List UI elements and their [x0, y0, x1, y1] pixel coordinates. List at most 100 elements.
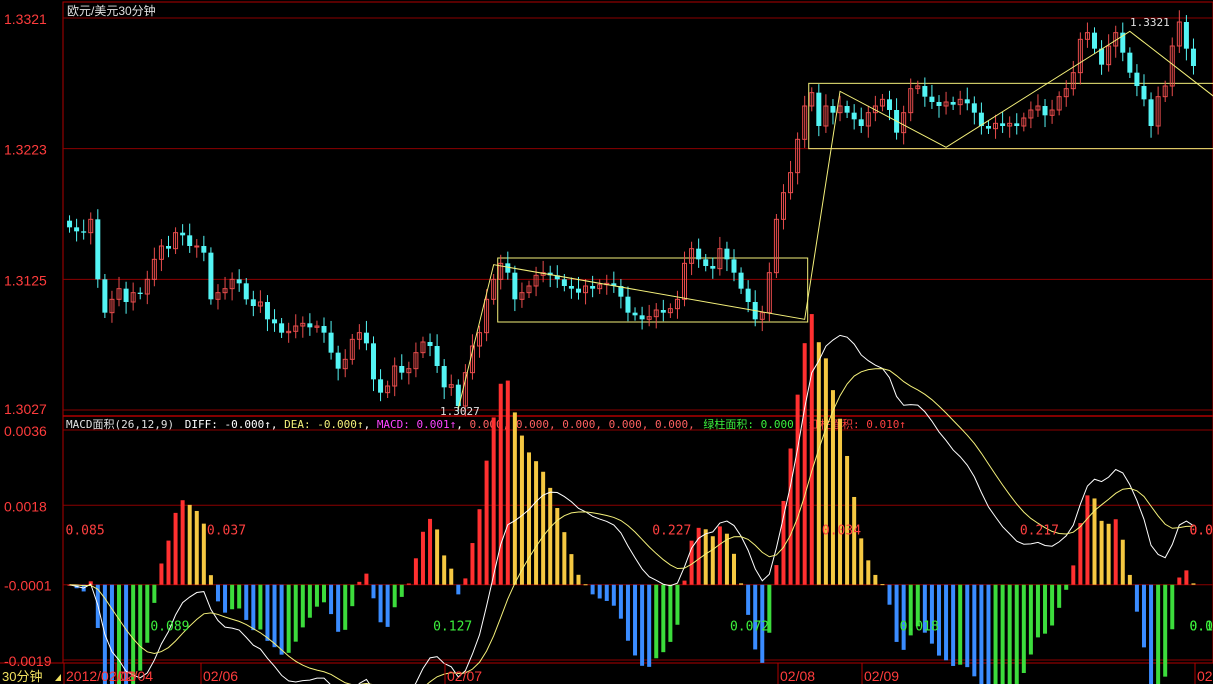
candle-down — [328, 320, 334, 360]
candle-up — [533, 266, 539, 297]
candle-down — [816, 84, 822, 137]
candle-up — [908, 78, 914, 122]
candle-down — [830, 99, 836, 125]
outer-border — [62, 1, 1213, 664]
candle-down — [922, 77, 928, 107]
candle-body — [370, 343, 376, 380]
candle-up — [1028, 101, 1034, 129]
price-panel[interactable]: 欧元/美元30分钟 1.3321 1.3223 1.3125 1.3027 1.332… — [4, 3, 1213, 418]
candle-up — [215, 284, 221, 310]
macd-bar-negative — [894, 584, 899, 642]
macd-bar-negative — [251, 584, 256, 631]
macd-bar-positive — [357, 581, 362, 585]
candle-up — [1077, 32, 1083, 85]
macd-bar-negative — [986, 584, 991, 684]
candle-body — [971, 103, 977, 113]
macd-tick-label: 0.0036 — [4, 423, 47, 439]
candle-up — [915, 80, 921, 94]
macd-bar-negative — [230, 584, 235, 610]
candle-down — [710, 257, 716, 279]
candle-body — [1148, 99, 1154, 126]
candle-up — [342, 349, 348, 378]
macd-bar-negative — [265, 584, 270, 641]
candle-body — [1092, 32, 1098, 49]
macd-bar-positive — [527, 452, 532, 585]
macd-bar-positive — [717, 526, 722, 585]
macd-bar-positive — [166, 540, 171, 585]
candle-body — [321, 326, 327, 333]
candle-up — [286, 322, 292, 343]
macd-bar-positive — [710, 536, 715, 585]
candle-up — [356, 324, 362, 350]
period-tab[interactable]: 30分钟 — [0, 666, 62, 684]
candle-down — [67, 215, 73, 233]
candle-body — [328, 332, 334, 353]
candle-body — [745, 288, 751, 302]
macd-bar-negative — [675, 584, 680, 625]
candle-up — [222, 276, 228, 300]
candle-body — [1183, 22, 1189, 49]
candle-body — [724, 248, 730, 260]
candle-body — [844, 106, 850, 113]
candle-body — [74, 227, 80, 232]
macd-bar-positive — [159, 563, 164, 585]
macd-bar-positive — [1085, 495, 1090, 585]
candle-down — [243, 278, 249, 305]
candle-down — [1190, 38, 1196, 75]
candle-up — [646, 304, 652, 327]
macd-bar-negative — [1170, 584, 1175, 630]
macd-bar-negative — [286, 584, 291, 653]
candle-up — [314, 320, 320, 333]
candle-down — [1042, 99, 1048, 128]
candle-down — [279, 318, 285, 338]
candle-up — [865, 105, 871, 138]
candle-down — [250, 290, 256, 317]
macd-bar-negative — [1141, 584, 1146, 648]
candle-down — [887, 90, 893, 121]
macd-bar-negative — [1021, 584, 1026, 674]
macd-bar-negative — [972, 584, 977, 677]
macd-bar-negative — [647, 584, 652, 667]
forex-chart[interactable]: 欧元/美元30分钟 1.3321 1.3223 1.3125 1.3027 1.332… — [0, 0, 1213, 684]
candle-down — [894, 98, 900, 140]
extra-values: 0.000, 0.000, 0.000, 0.000, 0.000, — [470, 418, 695, 431]
macd-bar-negative — [329, 584, 334, 615]
macd-bar-negative — [272, 584, 277, 648]
macd-bar-positive — [413, 558, 418, 585]
candle-body — [696, 248, 702, 260]
candle-up — [1113, 25, 1119, 58]
macd-bar-positive — [442, 555, 447, 585]
candle-body — [936, 102, 942, 106]
candle-body — [208, 252, 214, 300]
candle-down — [1148, 92, 1154, 138]
candle-down — [236, 269, 242, 292]
candle-body — [243, 283, 249, 300]
candle-down — [307, 313, 313, 336]
macd-bar-negative — [392, 584, 397, 608]
macd-bar-positive — [173, 512, 178, 585]
macd-bar-negative — [336, 584, 341, 632]
candle-down — [208, 247, 214, 305]
candle-down — [738, 267, 744, 294]
macd-bar-positive — [201, 523, 206, 585]
macd-bar-positive — [1071, 565, 1076, 585]
candle-down — [618, 279, 624, 309]
candle-down — [568, 277, 574, 299]
macd-bar-positive — [505, 380, 510, 585]
period-tab-label: 30分钟 — [2, 669, 42, 684]
candle-up — [653, 303, 659, 329]
macd-bar-positive — [802, 343, 807, 585]
candle-body — [1014, 123, 1020, 126]
candle-up — [957, 90, 963, 115]
candle-down — [1099, 40, 1105, 75]
candle-down — [547, 265, 553, 288]
macd-bar-positive — [724, 533, 729, 585]
candle-down — [102, 274, 108, 318]
candle-down — [1014, 113, 1020, 135]
macd-bar-positive — [816, 342, 821, 585]
macd-bar-positive — [809, 314, 814, 585]
macd-panel[interactable]: MACD面积(26,12,9) DIFF: -0.000↑, DEA: -0.0… — [4, 314, 1213, 684]
candle-up — [1155, 86, 1161, 135]
candle-up — [526, 280, 532, 298]
candle-down — [731, 249, 737, 282]
